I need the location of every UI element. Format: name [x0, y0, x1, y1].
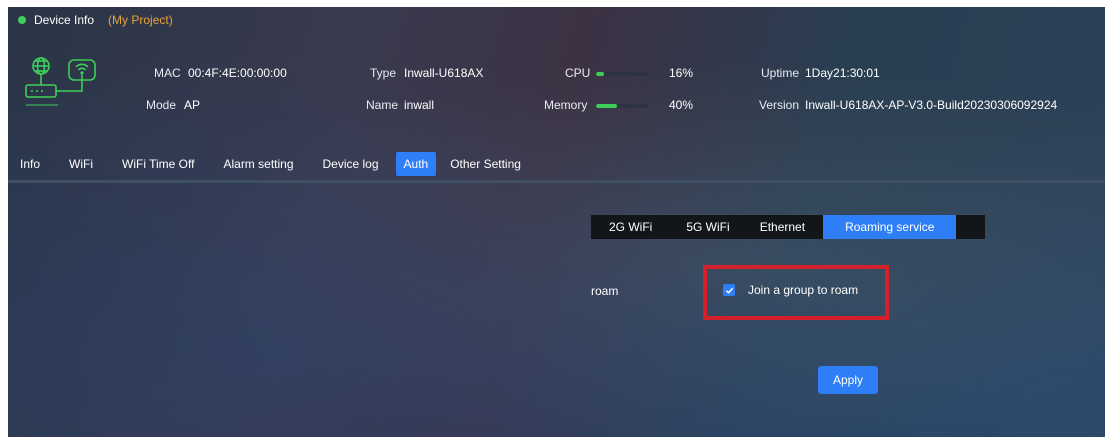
highlight-annotation-box [703, 265, 889, 320]
title-bar: Device Info (My Project) [8, 7, 1105, 33]
nav-divider [8, 180, 1105, 183]
main-nav: Info WiFi WiFi Time Off Alarm setting De… [8, 147, 1105, 180]
memory-value: 40% [669, 98, 694, 112]
cpu-bar [596, 72, 648, 76]
tab-auth[interactable]: Auth [395, 151, 437, 176]
device-info-panel: Device Info (My Project) MAC 00:4F:4E:00… [8, 7, 1105, 437]
panel-title: Device Info [34, 13, 95, 27]
version-label: Version [759, 98, 800, 112]
memory-label: Memory [544, 98, 588, 112]
tab-alarm-setting[interactable]: Alarm setting [215, 152, 301, 176]
project-name: (My Project) [108, 13, 173, 27]
name-value: inwall [404, 98, 435, 112]
subtab-ethernet[interactable]: Ethernet [750, 215, 815, 239]
tab-other-setting[interactable]: Other Setting [442, 152, 529, 176]
apply-button[interactable]: Apply [818, 366, 878, 394]
roam-label: roam [591, 284, 619, 298]
memory-bar [596, 104, 648, 108]
tab-wifi[interactable]: WiFi [61, 152, 101, 176]
mac-value: 00:4F:4E:00:00:00 [188, 66, 287, 80]
tab-device-log[interactable]: Device log [315, 152, 387, 176]
tab-info[interactable]: Info [12, 152, 48, 176]
tab-wifi-time-off[interactable]: WiFi Time Off [114, 152, 202, 176]
cpu-bar-fill [596, 72, 605, 76]
version-value: Inwall-U618AX-AP-V3.0-Build2023030609292… [805, 98, 1058, 112]
uptime-value: 1Day21:30:01 [805, 66, 880, 80]
router-wifi-icon [25, 57, 96, 106]
subtab-5g-wifi[interactable]: 5G WiFi [676, 215, 739, 239]
cpu-label: CPU [565, 66, 591, 80]
subtab-roaming-service[interactable]: Roaming service [823, 215, 957, 239]
subtab-2g-wifi[interactable]: 2G WiFi [599, 215, 662, 239]
mode-label: Mode [146, 98, 177, 112]
type-value: Inwall-U618AX [404, 66, 484, 80]
uptime-label: Uptime [761, 66, 800, 80]
cpu-value: 16% [669, 66, 694, 80]
mode-value: AP [184, 98, 201, 112]
auth-subtabs: 2G WiFi 5G WiFi Ethernet Roaming service [591, 215, 985, 239]
status-dot [18, 16, 26, 24]
name-label: Name [366, 98, 399, 112]
mac-label: MAC [154, 66, 181, 80]
type-label: Type [370, 66, 397, 80]
memory-bar-fill [596, 104, 617, 108]
